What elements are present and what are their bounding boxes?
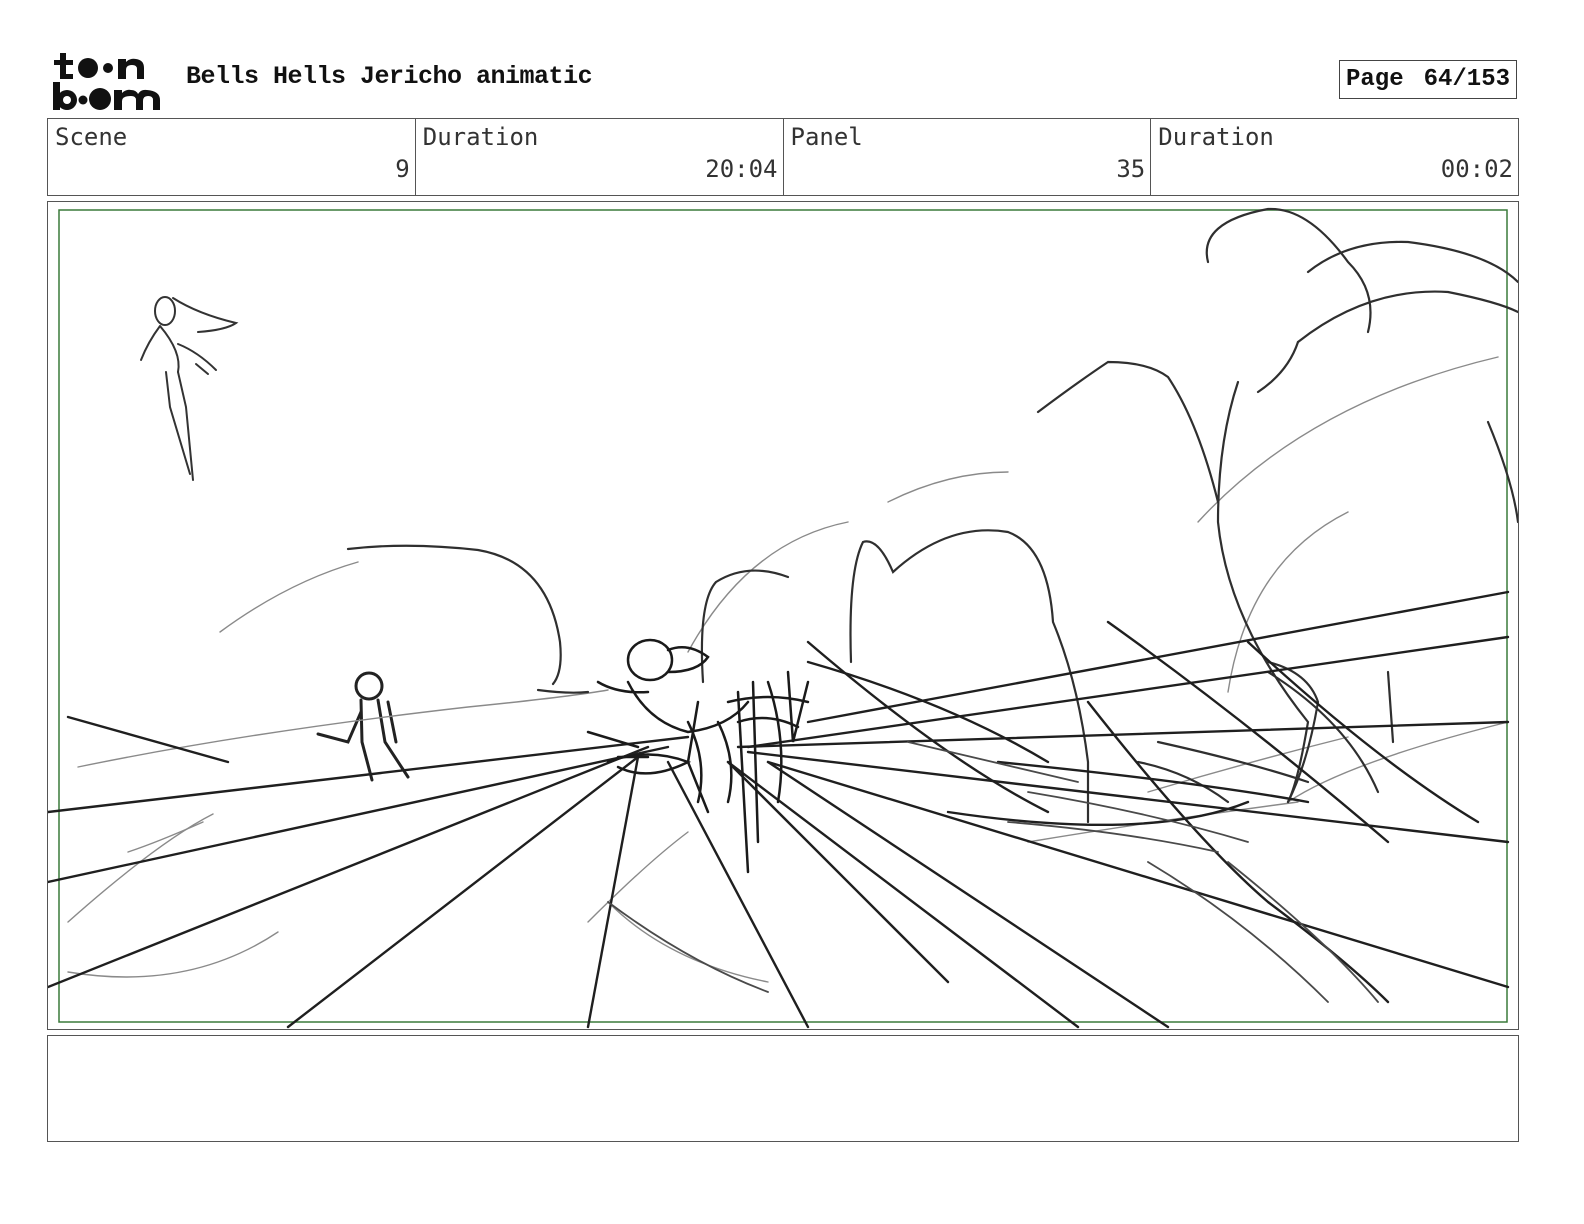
scene-label: Scene <box>55 123 128 151</box>
scene-duration-label: Duration <box>422 123 539 151</box>
toon-boom-logo <box>52 50 164 112</box>
document-title: Bells Hells Jericho animatic <box>186 62 593 91</box>
standing-figure-sketch <box>316 671 410 782</box>
panel-cell: Panel 35 <box>784 119 1152 195</box>
page-label: Page <box>1346 66 1404 93</box>
panel-duration-cell: Duration 00:02 <box>1151 119 1518 195</box>
scene-cell: Scene 9 <box>48 119 416 195</box>
scene-value: 9 <box>395 155 410 183</box>
panel-value: 35 <box>1116 155 1146 183</box>
storyboard-sketch <box>48 207 1518 1029</box>
perspective-speed-lines <box>48 590 1510 1029</box>
panel-label: Panel <box>790 123 863 151</box>
storyboard-panel <box>47 201 1519 1030</box>
panel-duration-value: 00:02 <box>1440 155 1513 183</box>
scene-info-bar: Scene 9 Duration 20:04 Panel 35 Duration… <box>47 118 1519 196</box>
page-indicator: Page 64/153 <box>1339 60 1517 99</box>
scene-duration-value: 20:04 <box>705 155 778 183</box>
terrain-light-strokes <box>67 356 1509 983</box>
panel-duration-label: Duration <box>1158 123 1274 151</box>
safe-frame <box>58 209 1508 1023</box>
flying-figure-sketch <box>140 296 239 481</box>
panel-notes-box <box>47 1035 1519 1142</box>
scene-duration-cell: Duration 20:04 <box>416 119 784 195</box>
page-number: 64/153 <box>1423 66 1510 93</box>
